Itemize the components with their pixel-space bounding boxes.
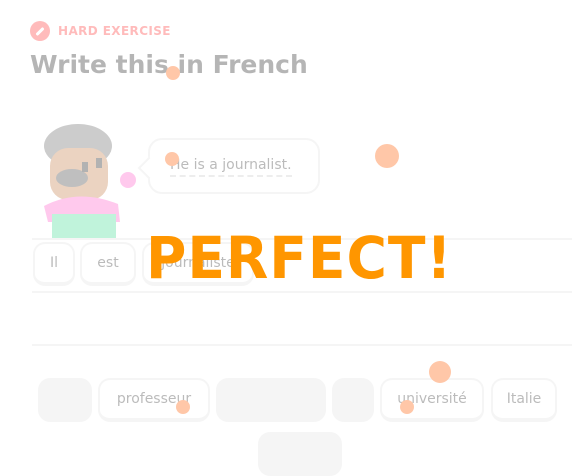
confetti-dot [165, 152, 179, 166]
confetti-dot [176, 400, 190, 414]
character-illustration [44, 124, 136, 238]
word-bank-chip[interactable]: professeur [98, 378, 210, 422]
badge-label: HARD EXERCISE [58, 24, 171, 38]
word-bank-chip[interactable]: université [380, 378, 484, 422]
confetti-dot [429, 361, 451, 383]
confetti-dot [166, 66, 180, 80]
prompt-bubble: He is a journalist. [137, 138, 320, 194]
answer-word-chip[interactable]: Il [33, 242, 75, 286]
word-bank-slot [332, 378, 374, 422]
confetti-dot [400, 400, 414, 414]
confetti-dot [375, 144, 399, 168]
dumbbell-icon [30, 21, 50, 41]
prompt-sentence[interactable]: He is a journalist. [170, 157, 292, 177]
word-bank-slot [216, 378, 326, 422]
answer-line-bottom [32, 344, 572, 346]
word-bank-slot [38, 378, 92, 422]
word-bank-chip[interactable]: Italie [491, 378, 557, 422]
answer-word-chip[interactable]: est [80, 242, 136, 286]
perfect-feedback: PERFECT! [146, 224, 453, 292]
exercise-badge: HARD EXERCISE [30, 21, 171, 41]
word-bank-slot [258, 432, 342, 476]
